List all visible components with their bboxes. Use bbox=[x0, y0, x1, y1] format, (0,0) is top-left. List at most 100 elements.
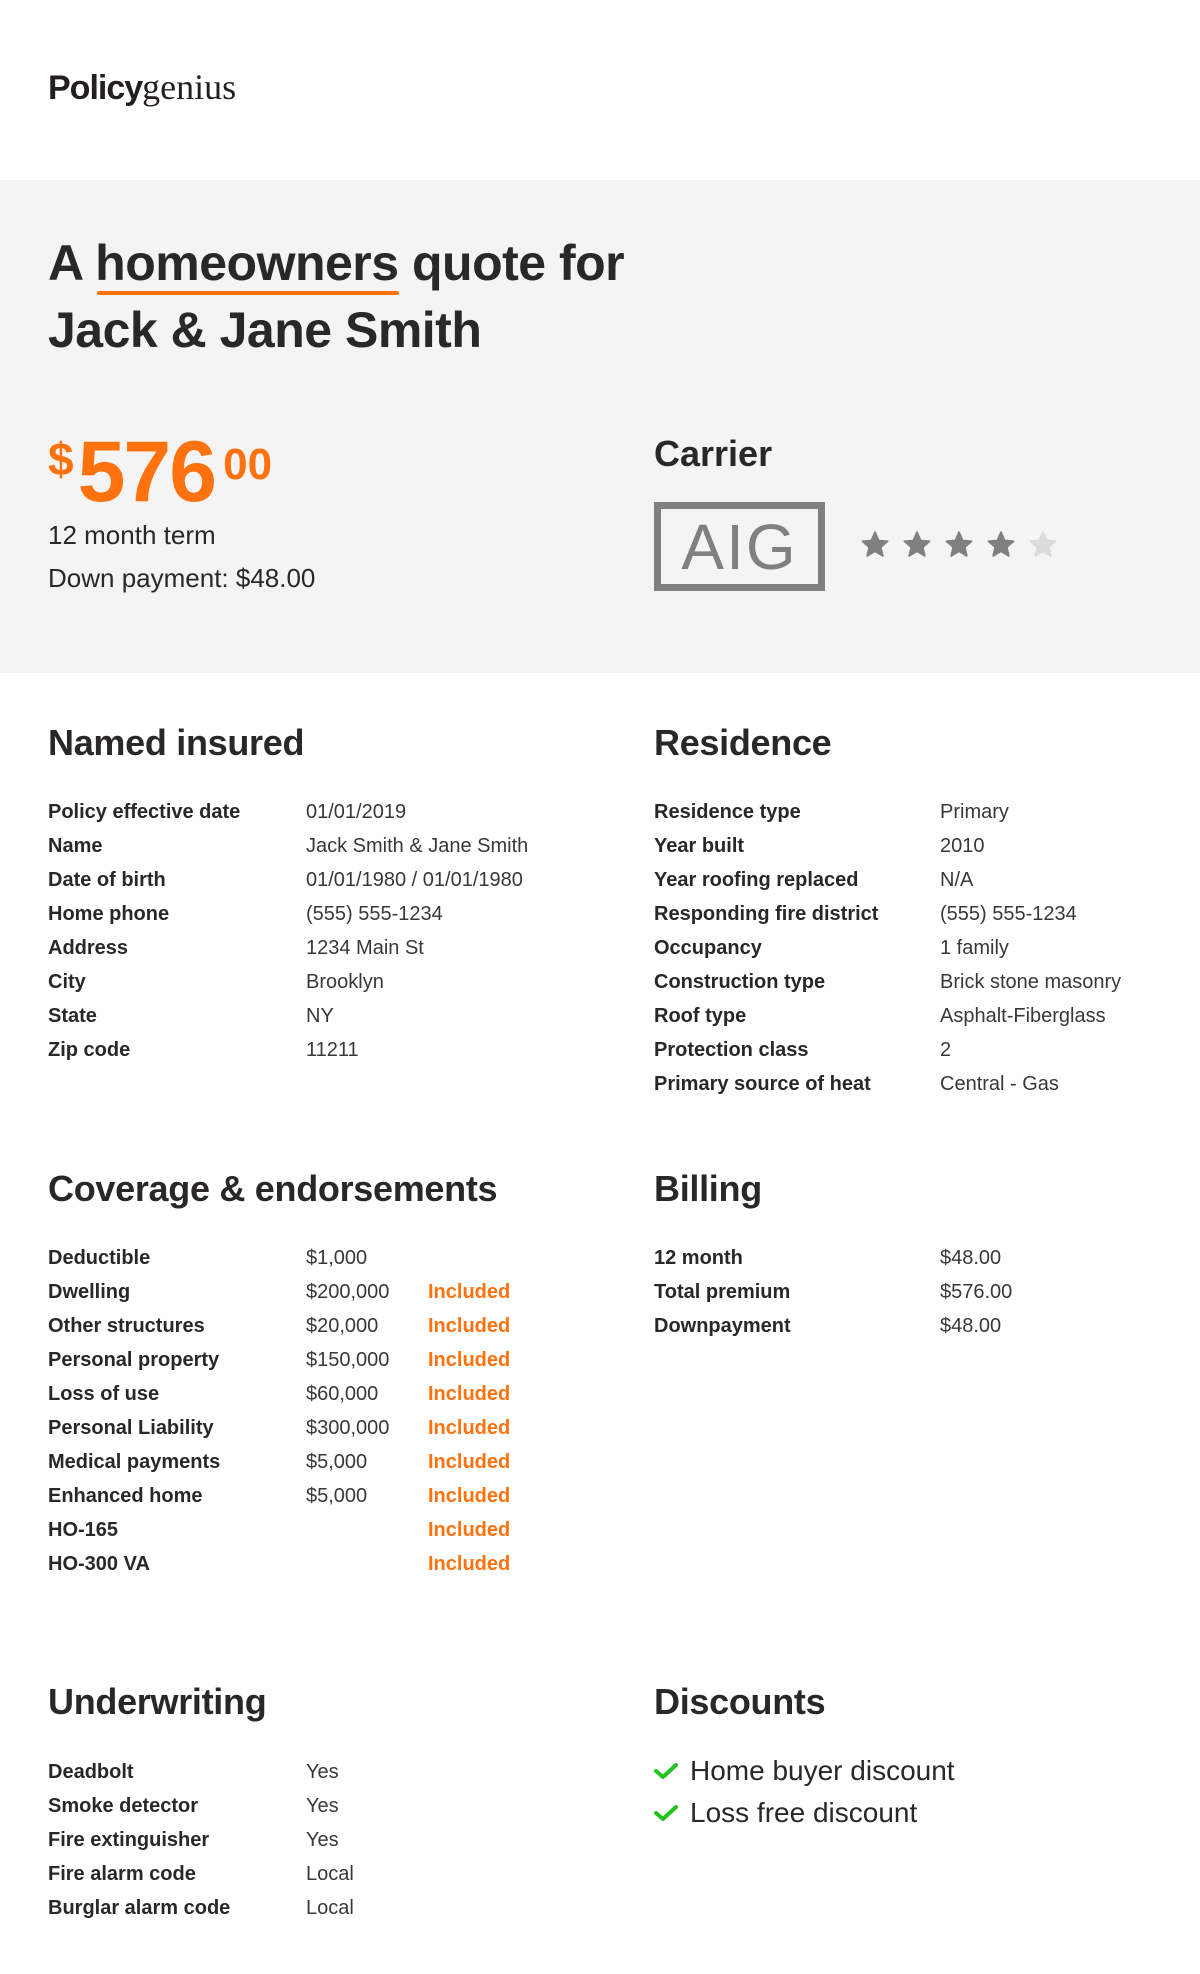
row-label: Enhanced home bbox=[48, 1485, 203, 1507]
row-label: Residence type bbox=[654, 801, 801, 823]
row-label: Primary source of heat bbox=[654, 1073, 871, 1095]
table-row-occupancy: Occupancy 1 family bbox=[654, 931, 1174, 965]
row-value: Jack Smith & Jane Smith bbox=[306, 835, 529, 857]
row-label: Personal property bbox=[48, 1349, 220, 1371]
star-filled-icon bbox=[861, 531, 889, 557]
coverage-heading: Coverage & endorsements bbox=[48, 1168, 498, 1209]
title-prefix: A bbox=[48, 235, 82, 291]
row-value: NY bbox=[306, 1005, 334, 1027]
quote-summary-banner: A homeowners quote for Jack & Jane Smith… bbox=[0, 180, 1200, 673]
row-value: 11211 bbox=[306, 1039, 359, 1061]
table-row-total-premium: Total premium $576.00 bbox=[654, 1275, 1174, 1309]
row-label: Construction type bbox=[654, 971, 826, 993]
price-dollars: 576 bbox=[77, 424, 217, 520]
row-value: 1234 Main St bbox=[306, 937, 424, 959]
row-value: (555) 555-1234 bbox=[940, 903, 1077, 925]
star-empty-icon bbox=[1029, 531, 1057, 557]
coverage-status-badge: Included bbox=[428, 1349, 511, 1371]
coverage-status-badge: Included bbox=[428, 1553, 511, 1575]
table-row-dwelling: Dwelling $200,000 Included bbox=[48, 1275, 608, 1309]
table-row-medical-payments: Medical payments $5,000 Included bbox=[48, 1445, 608, 1479]
row-value: $300,000 bbox=[306, 1417, 390, 1439]
row-value: $48.00 bbox=[940, 1315, 1002, 1337]
row-value: Brooklyn bbox=[306, 971, 384, 993]
row-value: Yes bbox=[306, 1761, 339, 1783]
check-icon bbox=[654, 1805, 678, 1821]
table-row-home-phone: Home phone (555) 555-1234 bbox=[48, 897, 608, 931]
row-value: Local bbox=[306, 1863, 354, 1885]
carrier-logo-text: AIG bbox=[681, 510, 798, 583]
row-label: Personal Liability bbox=[48, 1417, 214, 1439]
table-row-city: City Brooklyn bbox=[48, 965, 608, 999]
underwriting-heading: Underwriting bbox=[48, 1681, 267, 1722]
row-value: Primary bbox=[940, 801, 1009, 823]
row-label: Smoke detector bbox=[48, 1795, 199, 1817]
table-row-ho-165: HO-165 Included bbox=[48, 1513, 608, 1547]
coverage-status-badge: Included bbox=[428, 1417, 511, 1439]
table-row-zip-code: Zip code 11211 bbox=[48, 1033, 608, 1067]
coverage-status-badge: Included bbox=[428, 1315, 511, 1337]
row-label: Total premium bbox=[654, 1281, 791, 1303]
row-value: $48.00 bbox=[940, 1247, 1002, 1269]
row-label: Occupancy bbox=[654, 937, 762, 959]
row-value: Asphalt-Fiberglass bbox=[940, 1005, 1106, 1027]
table-row-roof-type: Roof type Asphalt-Fiberglass bbox=[654, 999, 1174, 1033]
table-row-personal-property: Personal property $150,000 Included bbox=[48, 1343, 608, 1377]
table-row-burglar-alarm-code: Burglar alarm code Local bbox=[48, 1891, 608, 1925]
table-row-fire-extinguisher: Fire extinguisher Yes bbox=[48, 1823, 608, 1857]
row-value: $60,000 bbox=[306, 1383, 379, 1405]
row-value: Central - Gas bbox=[940, 1073, 1059, 1095]
row-label: Fire alarm code bbox=[48, 1863, 196, 1885]
discount-item: Loss free discount bbox=[654, 1792, 1174, 1834]
row-label: Name bbox=[48, 835, 103, 857]
coverage-status-badge: Included bbox=[428, 1383, 511, 1405]
price-currency: $ bbox=[48, 433, 74, 485]
table-row-deadbolt: Deadbolt Yes bbox=[48, 1755, 608, 1789]
table-row-smoke-detector: Smoke detector Yes bbox=[48, 1789, 608, 1823]
row-label: 12 month bbox=[654, 1247, 743, 1269]
carrier-logo: AIG bbox=[654, 502, 825, 591]
table-row-deductible: Deductible $1,000 bbox=[48, 1241, 608, 1275]
carrier-rating bbox=[860, 530, 1058, 560]
row-value: Yes bbox=[306, 1795, 339, 1817]
table-row-date-of-birth: Date of birth 01/01/1980 / 01/01/1980 bbox=[48, 863, 608, 897]
coverage-status-badge: Included bbox=[428, 1281, 511, 1303]
discount-label: Loss free discount bbox=[690, 1797, 918, 1828]
row-label: Address bbox=[48, 937, 129, 959]
coverage-table: Deductible $1,000 Dwelling $200,000 Included… bbox=[48, 1241, 608, 1581]
table-row-fire-alarm-code: Fire alarm code Local bbox=[48, 1857, 608, 1891]
discounts-heading: Discounts bbox=[654, 1681, 826, 1722]
premium-price: $ 576 00 bbox=[48, 427, 272, 517]
policygenius-logo[interactable]: Policy genius bbox=[48, 66, 236, 110]
title-insured-names: Jack & Jane Smith bbox=[48, 302, 482, 358]
row-label: HO-300 VA bbox=[48, 1553, 150, 1575]
row-label: Downpayment bbox=[654, 1315, 791, 1337]
table-row-12-month: 12 month $48.00 bbox=[654, 1241, 1174, 1275]
star-filled-icon bbox=[945, 531, 973, 557]
row-label: Date of birth bbox=[48, 869, 166, 891]
residence-table: Residence type Primary Year built 2010 Year … bbox=[654, 795, 1174, 1101]
table-row-construction-type: Construction type Brick stone masonry bbox=[654, 965, 1174, 999]
row-value: N/A bbox=[940, 869, 974, 891]
table-row-personal-liability: Personal Liability $300,000 Included bbox=[48, 1411, 608, 1445]
coverage-status-badge: Included bbox=[428, 1485, 511, 1507]
row-label: City bbox=[48, 971, 86, 993]
row-label: Responding fire district bbox=[654, 903, 879, 925]
row-label: State bbox=[48, 1005, 97, 1027]
table-row-year-built: Year built 2010 bbox=[654, 829, 1174, 863]
table-row-protection-class: Protection class 2 bbox=[654, 1033, 1174, 1067]
table-row-name: Name Jack Smith & Jane Smith bbox=[48, 829, 608, 863]
row-label: Home phone bbox=[48, 903, 170, 925]
row-value: $576.00 bbox=[940, 1281, 1013, 1303]
table-row-loss-of-use: Loss of use $60,000 Included bbox=[48, 1377, 608, 1411]
row-value: 1 family bbox=[940, 937, 1009, 959]
check-icon bbox=[654, 1763, 678, 1779]
star-filled-icon bbox=[987, 531, 1015, 557]
row-value: Brick stone masonry bbox=[940, 971, 1122, 993]
row-label: Dwelling bbox=[48, 1281, 131, 1303]
star-filled-icon bbox=[903, 531, 931, 557]
row-label: Loss of use bbox=[48, 1383, 160, 1405]
row-value: $1,000 bbox=[306, 1247, 368, 1269]
row-value: Local bbox=[306, 1897, 354, 1919]
residence-heading: Residence bbox=[654, 722, 832, 763]
